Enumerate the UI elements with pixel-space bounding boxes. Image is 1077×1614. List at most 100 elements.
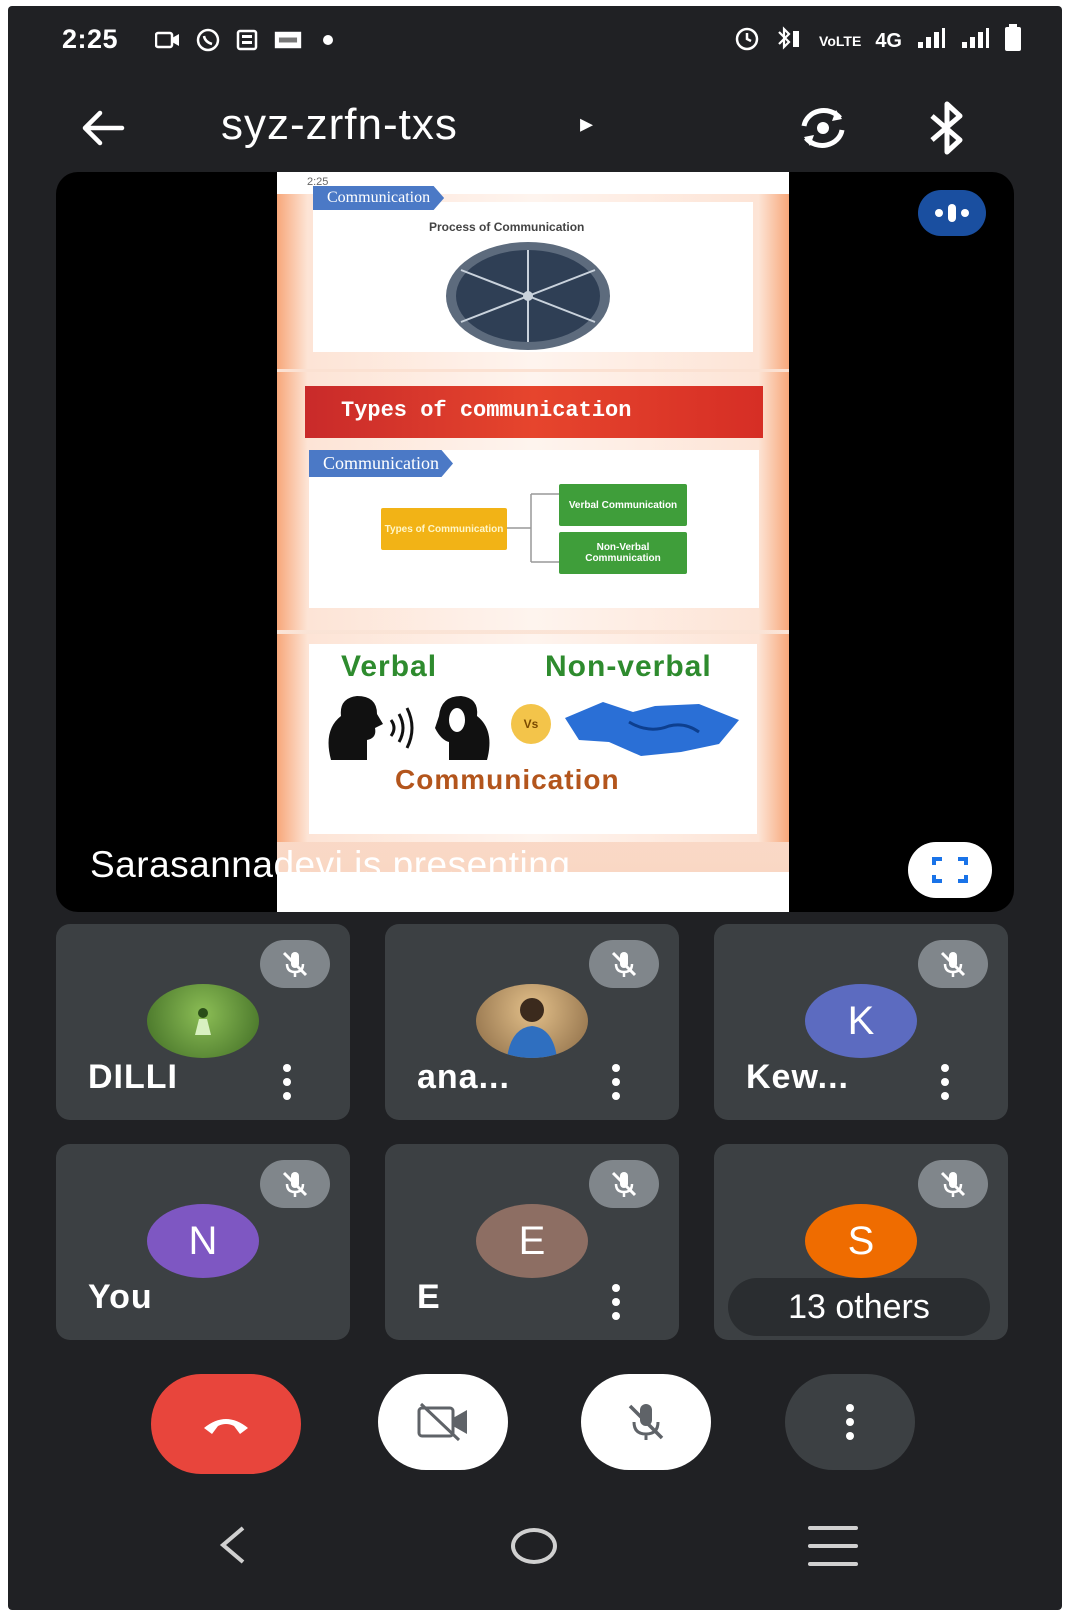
participant-name: DILLI — [88, 1058, 178, 1096]
more-options-button[interactable] — [785, 1374, 915, 1470]
slide-process-body: Communication Process of Communication — [313, 186, 753, 352]
shared-screen: 2:25 Communication Process of Communicat… — [277, 172, 789, 912]
status-notification-icons — [154, 26, 342, 54]
participant-name: E — [417, 1278, 441, 1316]
whatsapp-icon — [194, 26, 222, 54]
participant-name: ana... — [417, 1058, 510, 1096]
hang-up-icon — [204, 1419, 248, 1434]
meeting-code[interactable]: syz-zrfn-txs — [221, 100, 458, 150]
nav-recents-button[interactable] — [808, 1526, 858, 1566]
fullscreen-icon — [932, 857, 968, 883]
system-nav-bar — [8, 1506, 1062, 1610]
news-icon — [234, 26, 262, 54]
participant-name: You — [88, 1278, 153, 1316]
audio-level-indicator — [918, 190, 986, 236]
participant-tile[interactable]: DILLI — [56, 924, 350, 1120]
nonverbal-heading: Non-verbal — [545, 650, 712, 683]
audio-output-button[interactable] — [922, 98, 972, 158]
status-time: 2:25 — [62, 24, 119, 54]
dot-icon — [314, 26, 342, 54]
nav-back-icon — [219, 1526, 245, 1564]
others-tile[interactable]: S 13 others — [714, 1144, 1008, 1340]
participant-menu-button[interactable] — [601, 1062, 631, 1102]
volte-icon: VoLTE — [819, 33, 862, 49]
muted-badge — [918, 1160, 988, 1208]
avatar-letter: S — [805, 1204, 917, 1278]
handshake-icon — [565, 702, 739, 756]
slide-process: Communication Process of Communication — [277, 186, 789, 369]
avatar-photo — [147, 984, 259, 1058]
avatar-letter: K — [805, 984, 917, 1058]
alarm-icon — [733, 24, 761, 58]
video-notification-icon — [154, 26, 182, 54]
muted-badge — [589, 940, 659, 988]
participant-menu-button[interactable] — [272, 1062, 302, 1102]
participant-tile-self[interactable]: N You — [56, 1144, 350, 1340]
mic-off-icon — [282, 1171, 308, 1197]
participant-tile[interactable]: K Kew... — [714, 924, 1008, 1120]
muted-badge — [260, 1160, 330, 1208]
slide-types-body: Communication Types of Communication Ver… — [309, 450, 759, 608]
verbal-heading: Verbal — [341, 650, 438, 683]
mic-off-icon — [282, 951, 308, 977]
phone-screen: 2:25 VoLTE 4G syz-zrfn-txs ▸ 2:25 Commun… — [8, 6, 1062, 1610]
camera-off-icon — [417, 1402, 467, 1442]
participant-menu-button[interactable] — [601, 1282, 631, 1322]
types-center-box: Types of Communication — [381, 508, 507, 550]
avatar-letter: N — [147, 1204, 259, 1278]
mic-off-icon — [628, 1404, 664, 1440]
communication-process-wheel — [446, 242, 610, 350]
participant-tile[interactable]: ana... — [385, 924, 679, 1120]
back-button[interactable] — [74, 98, 134, 158]
battery-icon — [1004, 24, 1022, 58]
slide-verbal-nonverbal: Verbal Non-verbal Vs Communication — [277, 634, 789, 842]
mic-off-icon — [611, 1171, 637, 1197]
slide-verbal-body: Verbal Non-verbal Vs Communication — [309, 644, 757, 834]
others-count-pill[interactable]: 13 others — [728, 1278, 990, 1336]
status-bar: 2:25 VoLTE 4G — [8, 6, 1062, 76]
muted-badge — [260, 940, 330, 988]
signal-icon-1 — [916, 26, 946, 56]
communication-heading: Communication — [395, 764, 620, 795]
network-type: 4G — [875, 29, 902, 52]
person-photo-icon — [507, 998, 557, 1058]
toi-icon — [274, 26, 302, 54]
presenting-label: Sarasannadevi is presenting — [90, 844, 571, 885]
signal-icon-2 — [960, 26, 990, 56]
person-photo-icon — [195, 1008, 211, 1035]
nav-home-button[interactable] — [511, 1528, 557, 1564]
end-call-button[interactable] — [151, 1374, 301, 1474]
participant-name: Kew... — [746, 1058, 849, 1096]
mic-off-icon — [611, 951, 637, 977]
slide-process-title: Process of Communication — [429, 220, 585, 234]
avatar-letter: E — [476, 1204, 588, 1278]
versus-badge: Vs — [511, 704, 551, 744]
mic-toggle-button[interactable] — [581, 1374, 711, 1470]
status-right-icons: VoLTE 4G — [733, 24, 1022, 58]
meeting-details-arrow-icon[interactable]: ▸ — [580, 108, 593, 139]
muted-badge — [589, 1160, 659, 1208]
muted-badge — [918, 940, 988, 988]
types-banner: Types of communication — [305, 386, 763, 438]
fullscreen-button[interactable] — [908, 842, 992, 898]
presentation-tile[interactable]: 2:25 Communication Process of Communicat… — [56, 172, 1014, 912]
mic-off-icon — [940, 1171, 966, 1197]
switch-camera-icon — [801, 108, 845, 148]
nonverbal-box: Non-Verbal Communication — [559, 532, 687, 574]
meeting-app-bar: syz-zrfn-txs ▸ — [8, 86, 1062, 176]
back-arrow-icon — [82, 110, 125, 146]
camera-toggle-button[interactable] — [378, 1374, 508, 1470]
switch-camera-button[interactable] — [790, 98, 856, 158]
audio-dot-icon — [961, 209, 969, 217]
bluetooth-icon — [930, 101, 963, 155]
slide-process-tag: Communication — [313, 186, 445, 210]
speaking-heads-icon — [328, 696, 490, 760]
slide-types: Types of communication Communication Typ… — [277, 372, 789, 630]
more-vert-icon — [846, 1404, 854, 1440]
participant-tile[interactable]: E E — [385, 1144, 679, 1340]
audio-bar-icon — [948, 204, 956, 222]
types-connector — [507, 493, 561, 563]
nav-back-button[interactable] — [213, 1520, 253, 1570]
slide-types-tag: Communication — [309, 450, 453, 477]
participant-menu-button[interactable] — [930, 1062, 960, 1102]
